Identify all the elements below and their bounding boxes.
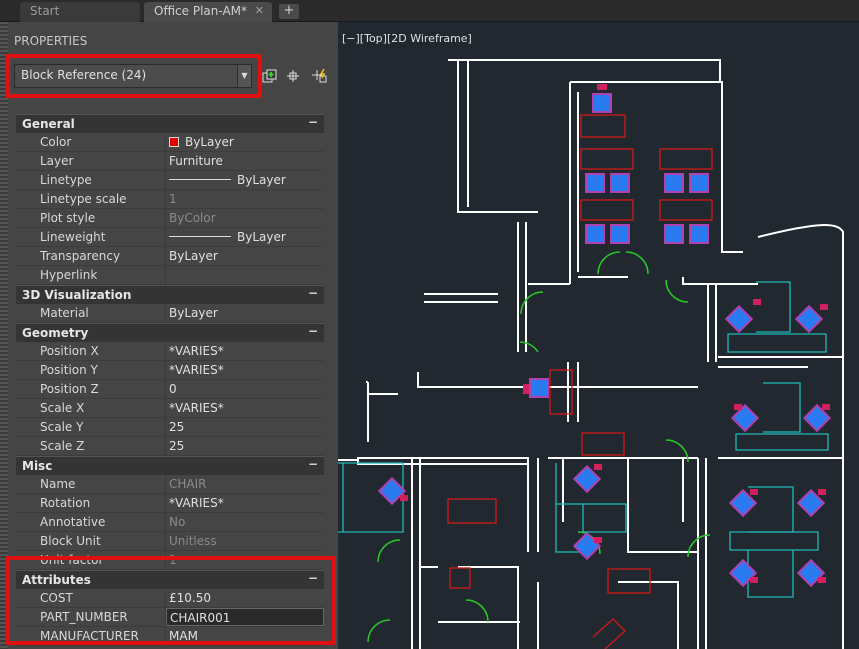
property-name: Position Y [16,361,166,379]
section-geometry[interactable]: Geometry − [16,323,324,342]
section-viz-label: 3D Visualization [22,288,132,302]
property-value[interactable]: ByLayer [166,304,324,322]
collapse-icon[interactable]: − [308,115,318,129]
property-row[interactable]: Linetype scale 1 [16,190,324,209]
property-value[interactable]: ByColor [166,209,324,227]
property-row[interactable]: Name CHAIR [16,475,324,494]
tab-office-plan[interactable]: Office Plan-AM* ✕ [144,2,272,22]
floor-plan-drawing[interactable] [338,22,859,649]
quick-select-icon[interactable] [310,67,328,85]
property-name: Linetype [16,171,166,189]
collapse-icon[interactable]: − [308,324,318,338]
property-value[interactable]: ByLayer [166,247,324,265]
desks [447,114,713,649]
property-row[interactable]: Scale Z 25 [16,437,324,456]
property-name: Lineweight [16,228,166,246]
property-name: Material [16,304,166,322]
document-tab-bar: Start Office Plan-AM* ✕ + [0,0,859,22]
tab-office-plan-label: Office Plan-AM* [154,4,247,18]
property-value[interactable]: Unitless [166,532,324,550]
property-name: Name [16,475,166,493]
collapse-icon[interactable]: − [308,457,318,471]
property-name: Position X [16,342,166,360]
property-row[interactable]: Rotation *VARIES* [16,494,324,513]
property-value[interactable]: *VARIES* [166,361,324,379]
palette-title: PROPERTIES [14,34,88,48]
property-name: Rotation [16,494,166,512]
property-row[interactable]: Scale Y 25 [16,418,324,437]
color-swatch [169,137,179,147]
section-general[interactable]: General − [16,114,324,133]
property-row[interactable]: Position Y *VARIES* [16,361,324,380]
property-row[interactable]: Material ByLayer [16,304,324,323]
section-3d-visualization[interactable]: 3D Visualization − [16,285,324,304]
property-value[interactable]: 25 [166,418,324,436]
property-value[interactable] [166,266,324,284]
chairs [377,93,832,588]
section-geometry-label: Geometry [22,326,89,340]
lineweight-value: ByLayer [237,230,286,244]
tab-start-label: Start [30,4,60,18]
property-name: Plot style [16,209,166,227]
section-misc-label: Misc [22,459,53,473]
linetype-value: ByLayer [237,173,286,187]
property-value[interactable]: ByLayer [166,228,324,246]
section-general-label: General [22,117,75,131]
property-value[interactable]: *VARIES* [166,399,324,417]
property-name: Block Unit [16,532,166,550]
property-row[interactable]: Layer Furniture [16,152,324,171]
property-row[interactable]: Plot style ByColor [16,209,324,228]
property-name: Hyperlink [16,266,166,284]
property-row[interactable]: Transparency ByLayer [16,247,324,266]
property-value[interactable]: Furniture [166,152,324,170]
property-row[interactable]: Position Z0 [16,380,324,399]
property-name: Scale Y [16,418,166,436]
property-value[interactable]: CHAIR [166,475,324,493]
property-row[interactable]: Block Unit Unitless [16,532,324,551]
drawing-viewport[interactable]: [−][Top][2D Wireframe] [338,22,859,649]
property-value[interactable]: No [166,513,324,531]
collapse-icon[interactable]: − [308,286,318,300]
properties-palette: PROPERTIES Block Reference (24) ▼ Genera… [0,22,338,649]
property-row[interactable]: Annotative No [16,513,324,532]
property-name: Transparency [16,247,166,265]
property-value[interactable]: 0 [166,380,324,398]
property-row[interactable]: Position X *VARIES* [16,342,324,361]
new-tab-button[interactable]: + [279,4,299,19]
viewport-controls-label[interactable]: [−][Top][2D Wireframe] [342,32,472,45]
select-objects-icon[interactable] [284,67,302,85]
pickadd-toggle-icon[interactable] [260,67,278,85]
property-name: Scale X [16,399,166,417]
color-value: ByLayer [185,135,234,149]
property-value[interactable]: 1 [166,190,324,208]
property-row[interactable]: Linetype ByLayer [16,171,324,190]
property-row[interactable]: Lineweight ByLayer [16,228,324,247]
property-row[interactable]: Scale X *VARIES* [16,399,324,418]
property-row[interactable]: Hyperlink [16,266,324,285]
property-value[interactable]: 25 [166,437,324,455]
tab-start[interactable]: Start [20,2,140,22]
highlight-box-selection [6,54,262,98]
property-name: Scale Z [16,437,166,455]
highlight-box-attributes [6,556,336,645]
property-row[interactable]: Color ByLayer [16,133,324,152]
close-icon[interactable]: ✕ [255,4,264,17]
property-value[interactable]: ByLayer [166,133,324,151]
property-value[interactable]: *VARIES* [166,342,324,360]
property-name: Color [16,133,166,151]
property-name: Position Z [16,380,166,398]
section-misc[interactable]: Misc − [16,456,324,475]
linetype-sample [169,179,231,180]
property-name: Layer [16,152,166,170]
property-value[interactable]: *VARIES* [166,494,324,512]
property-name: Annotative [16,513,166,531]
palette-grip-handle[interactable] [0,22,8,649]
property-value[interactable]: ByLayer [166,171,324,189]
property-name: Linetype scale [16,190,166,208]
lineweight-sample [169,236,231,237]
